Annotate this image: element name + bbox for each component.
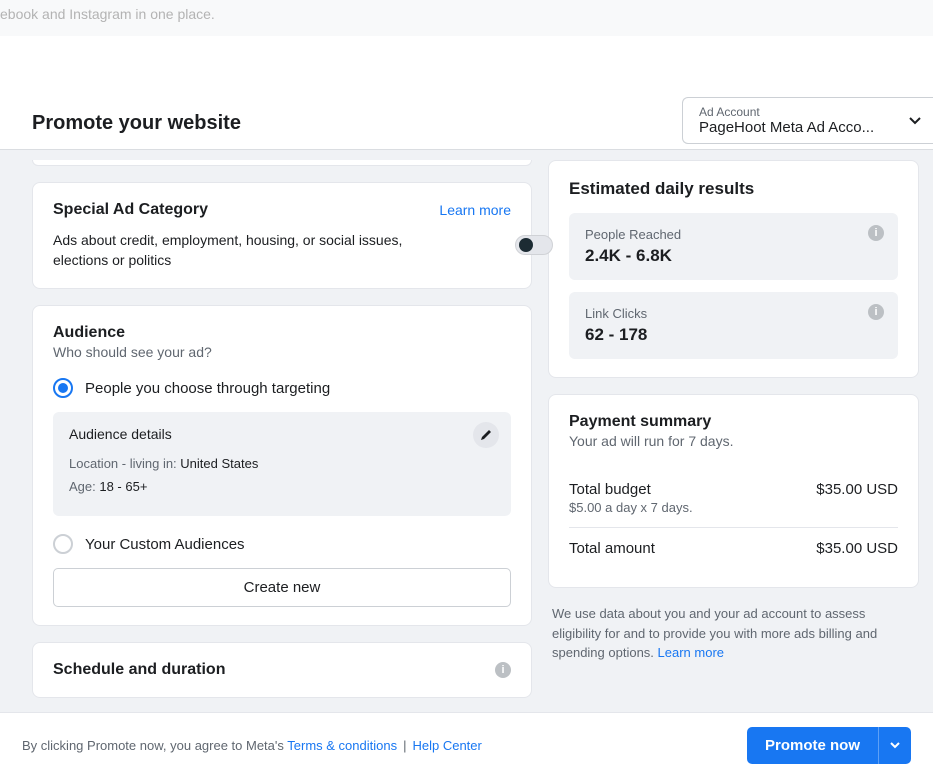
audience-details-box: Audience details Location - living in: U… [53,412,511,516]
payment-total-row: Total amount $35.00 USD [569,527,898,569]
page-title: Promote your website [32,112,241,135]
left-column: Special Ad Category Learn more Ads about… [32,160,532,710]
top-banner-text: ebook and Instagram in one place. [0,6,215,22]
pencil-icon [480,429,492,441]
special-ad-description: Ads about credit, employment, housing, o… [53,231,511,270]
info-icon[interactable]: i [868,304,884,320]
info-icon[interactable]: i [495,662,511,678]
radio-unselected-icon [53,534,73,554]
right-column: Estimated daily results People Reached 2… [548,160,919,710]
people-reached-value: 2.4K - 6.8K [585,246,882,266]
disclaimer-learn-more-link[interactable]: Learn more [658,645,724,660]
audience-location: Location - living in: United States [69,456,495,471]
payment-budget-sublabel: $5.00 a day x 7 days. [569,500,693,515]
terms-link[interactable]: Terms & conditions [287,738,397,753]
footer-actions: Promote now [747,727,911,764]
page-header: Promote your website Ad Account PageHoot… [0,98,933,150]
footer-bar: By clicking Promote now, you agree to Me… [0,712,933,778]
link-clicks-value: 62 - 178 [585,325,882,345]
payment-subtitle: Your ad will run for 7 days. [569,433,898,449]
ad-account-value: PageHoot Meta Ad Acco... [699,119,897,136]
caret-down-icon [890,742,900,750]
special-ad-learn-more-link[interactable]: Learn more [439,202,511,218]
payment-budget-label: Total budget [569,481,693,498]
special-ad-category-card: Special Ad Category Learn more Ads about… [32,182,532,289]
link-clicks-label: Link Clicks [585,306,882,321]
audience-card: Audience Who should see your ad? People … [32,305,532,626]
audience-title: Audience [53,324,511,342]
main-content: Special Ad Category Learn more Ads about… [0,150,933,710]
audience-option-custom-label: Your Custom Audiences [85,536,245,553]
payment-budget-amount: $35.00 USD [816,481,898,498]
ad-account-label: Ad Account [699,105,897,119]
audience-age: Age: 18 - 65+ [69,479,495,494]
special-ad-toggle[interactable] [515,235,553,255]
payment-budget-row: Total budget $5.00 a day x 7 days. $35.0… [569,469,898,527]
ad-account-selector[interactable]: Ad Account PageHoot Meta Ad Acco... [682,97,933,144]
promote-now-button[interactable]: Promote now [747,727,878,764]
create-new-audience-button[interactable]: Create new [53,568,511,607]
people-reached-stat: People Reached 2.4K - 6.8K i [569,213,898,280]
estimated-results-card: Estimated daily results People Reached 2… [548,160,919,378]
payment-total-label: Total amount [569,540,655,557]
special-ad-title: Special Ad Category [53,201,208,219]
info-icon[interactable]: i [868,225,884,241]
toggle-knob [519,238,533,252]
help-center-link[interactable]: Help Center [412,738,481,753]
schedule-title: Schedule and duration [53,661,225,679]
payment-title: Payment summary [569,413,898,431]
caret-down-icon [909,112,921,130]
audience-option-targeting-label: People you choose through targeting [85,380,330,397]
edit-audience-button[interactable] [473,422,499,448]
people-reached-label: People Reached [585,227,882,242]
top-spacer [0,36,933,98]
footer-agreement: By clicking Promote now, you agree to Me… [22,738,482,753]
payment-total-amount: $35.00 USD [816,540,898,557]
audience-option-custom[interactable]: Your Custom Audiences [53,534,511,554]
schedule-card: Schedule and duration i [32,642,532,698]
payment-summary-card: Payment summary Your ad will run for 7 d… [548,394,919,588]
link-clicks-stat: Link Clicks 62 - 178 i [569,292,898,359]
audience-details-title: Audience details [69,426,495,442]
collapsed-card-edge [32,160,532,166]
radio-selected-icon [53,378,73,398]
promote-dropdown-button[interactable] [878,727,911,764]
audience-subtitle: Who should see your ad? [53,344,511,360]
disclaimer-text: We use data about you and your ad accoun… [548,604,919,663]
top-banner: ebook and Instagram in one place. [0,0,933,36]
audience-option-targeting[interactable]: People you choose through targeting [53,378,511,398]
estimated-results-title: Estimated daily results [569,179,898,199]
